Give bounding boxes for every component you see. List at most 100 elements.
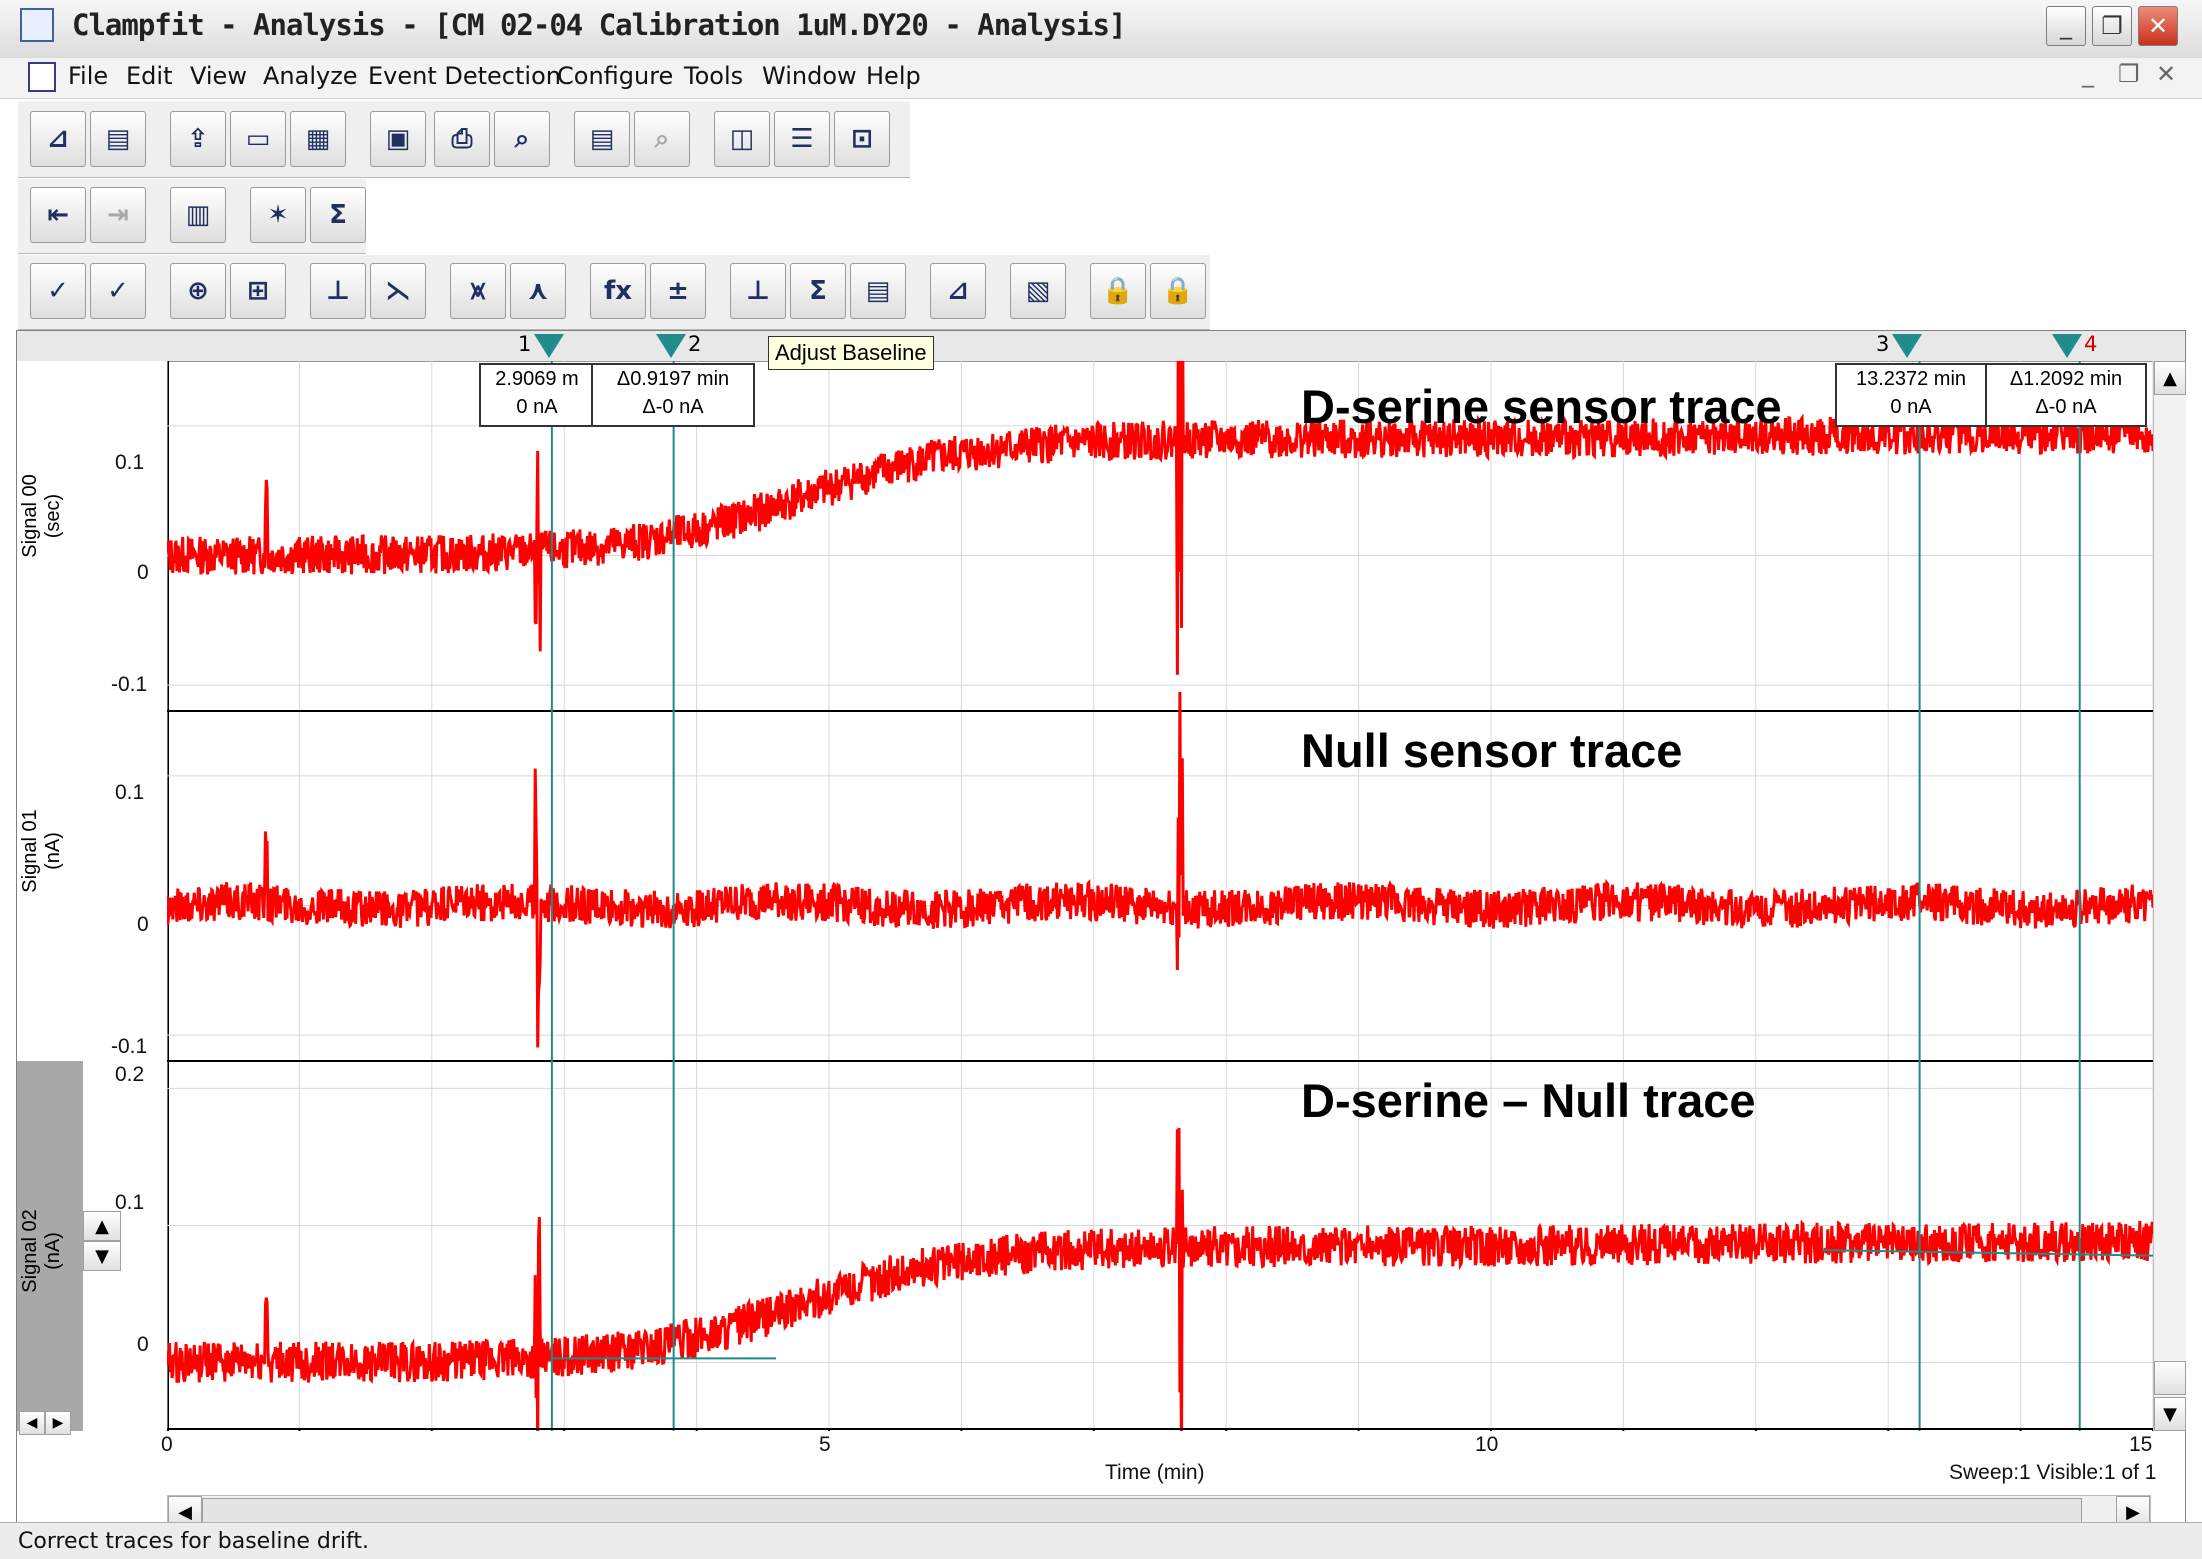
cursor4-delta-time: Δ1.2092 min — [2009, 368, 2123, 390]
full-scale-icon[interactable]: ⊞ — [230, 263, 286, 319]
sum-icon[interactable]: Σ — [790, 263, 846, 319]
vertical-scrollbar[interactable]: ▲ ▼ — [2153, 361, 2186, 1431]
menu-view[interactable]: View — [190, 62, 247, 90]
split-horizontal-icon[interactable]: ☰ — [774, 111, 830, 167]
cursor2-marker-icon[interactable] — [656, 334, 686, 358]
layout-icon[interactable]: ▧ — [1010, 263, 1066, 319]
results-icon[interactable]: ▤ — [850, 263, 906, 319]
cursor4-marker-icon[interactable] — [2052, 334, 2082, 358]
document-icon[interactable] — [28, 62, 56, 92]
statistics-icon[interactable]: Σ — [310, 187, 366, 243]
histogram-icon[interactable]: ⩙ — [450, 263, 506, 319]
pan-right-icon[interactable]: ▶ — [45, 1411, 71, 1435]
menu-bar: File Edit View Analyze Event Detection C… — [0, 58, 2202, 99]
clampfit-app-icon[interactable] — [20, 8, 54, 42]
cursor2-delta-time: Δ0.9197 min — [616, 368, 730, 390]
cursor3-readout[interactable]: 13.2372 min 0 nA — [1835, 363, 1987, 427]
open-other-icon[interactable]: ▤ — [90, 111, 146, 167]
accept-icon[interactable]: ✓ — [30, 263, 86, 319]
cursor4-readout[interactable]: Δ1.2092 min Δ-0 nA — [1985, 363, 2147, 427]
open-data-icon[interactable]: ⊿ — [30, 111, 86, 167]
paste-icon[interactable]: ⌕ — [634, 111, 690, 167]
panel0-unit: (sec) — [42, 493, 64, 539]
panel1-unit: (nA) — [42, 832, 64, 870]
print-preview-icon[interactable]: ⌕ — [494, 111, 550, 167]
open-folder-icon[interactable]: ⇪ — [170, 111, 226, 167]
scroll-up-icon[interactable]: ▲ — [2154, 361, 2186, 395]
sheet-icon[interactable]: ▥ — [170, 187, 226, 243]
trace-signal-1 — [167, 691, 2153, 1048]
panel2-ylabel: Signal 02 (nA) — [19, 1171, 79, 1411]
cursor2-label: 2 — [688, 332, 702, 356]
analysis-graph[interactable]: Signal 00 (sec) Signal 01 (nA) Signal 02… — [16, 330, 2186, 1542]
lock-cursors-1-2-icon[interactable]: 🔒 — [1090, 263, 1146, 319]
filter-icon[interactable]: ⊿ — [930, 263, 986, 319]
function-icon[interactable]: fx — [590, 263, 646, 319]
cursor1-label: 1 — [518, 332, 532, 356]
restore-button[interactable]: ❐ — [2092, 6, 2132, 46]
open-multiple-icon[interactable]: ▦ — [290, 111, 346, 167]
scale-down-icon[interactable]: ▼ — [83, 1241, 121, 1271]
export-icon[interactable]: ⇥ — [90, 187, 146, 243]
menu-tools[interactable]: Tools — [684, 62, 743, 90]
mdi-restore-button[interactable]: ❐ — [2118, 60, 2140, 88]
new-event-icon[interactable]: ✶ — [250, 187, 306, 243]
trace-signal-2 — [167, 1127, 2153, 1431]
lock-cursors-3-4-icon[interactable]: 🔒 — [1150, 263, 1206, 319]
split-vertical-icon[interactable]: ◫ — [714, 111, 770, 167]
cursor1-value: 0 nA — [516, 396, 558, 418]
x-tick: 15 — [2129, 1433, 2153, 1456]
adjust-baseline-icon[interactable]: ⊥ — [730, 263, 786, 319]
toolbar-edit: ⇤ ⇥ ▥ ✶ Σ — [18, 178, 366, 254]
region-icon[interactable]: ⊥ — [310, 263, 366, 319]
panel1-ylabel: Signal 01 (nA) — [19, 771, 79, 1011]
x-tick: 5 — [819, 1433, 831, 1456]
panel0-tick: -0.1 — [111, 673, 148, 696]
cursor3-time: 13.2372 min — [1855, 368, 1967, 390]
toolbar-analysis: ✓ ✓ ⊕ ⊞ ⊥ ⋋ ⩙ ⋏ fx ± ⊥ Σ ▤ ⊿ ▧ 🔒 🔒 — [18, 254, 1210, 330]
pan-left-icon[interactable]: ◀ — [19, 1411, 45, 1435]
menu-file[interactable]: File — [68, 62, 108, 90]
peak-icon[interactable]: ⋏ — [510, 263, 566, 319]
open-folder-alt-icon[interactable]: ▭ — [230, 111, 286, 167]
panel2-tick: 0 — [137, 1333, 149, 1356]
scroll-down-icon[interactable]: ▼ — [2154, 1397, 2186, 1431]
panel0-title: D-serine sensor trace — [1301, 380, 1782, 433]
panel1-signal: Signal 01 — [19, 809, 41, 893]
print-icon[interactable]: ⎙ — [434, 111, 490, 167]
mdi-close-button[interactable]: ✕ — [2156, 60, 2176, 88]
menu-help[interactable]: Help — [866, 62, 921, 90]
cursor2-readout[interactable]: Δ0.9197 min Δ-0 nA — [591, 363, 755, 427]
cursor1-marker-icon[interactable] — [534, 334, 564, 358]
mdi-minimize-button[interactable]: _ — [2082, 60, 2094, 88]
trace-icon[interactable]: ⋋ — [370, 263, 426, 319]
cursor1-readout[interactable]: 2.9069 m 0 nA — [479, 363, 595, 427]
window-options-icon[interactable]: ⊡ — [834, 111, 890, 167]
menu-analyze[interactable]: Analyze — [263, 62, 358, 90]
trace-plot[interactable] — [167, 361, 2153, 1431]
minimize-button[interactable]: _ — [2046, 6, 2086, 46]
import-icon[interactable]: ⇤ — [30, 187, 86, 243]
accept-plus-icon[interactable]: ✓ — [90, 263, 146, 319]
cursor1-time: 2.9069 m — [495, 368, 579, 390]
menu-configure[interactable]: Configure — [557, 62, 673, 90]
sweep-info: Sweep:1 Visible:1 of 1 — [1949, 1461, 2157, 1484]
copy-icon[interactable]: ▤ — [574, 111, 630, 167]
cursor4-delta-value: Δ-0 nA — [2035, 396, 2097, 418]
scroll-thumb[interactable] — [2154, 1361, 2186, 1395]
save-icon[interactable]: ▣ — [370, 111, 426, 167]
cursor3-label: 3 — [1876, 332, 1890, 356]
x-tick: 10 — [1475, 1433, 1499, 1456]
menu-event-detection[interactable]: Event Detection — [368, 62, 561, 90]
panel2-tick: 0.2 — [115, 1063, 145, 1086]
menu-window[interactable]: Window — [762, 62, 857, 90]
panel2-signal: Signal 02 — [19, 1209, 41, 1293]
arithmetic-icon[interactable]: ± — [650, 263, 706, 319]
zoom-in-icon[interactable]: ⊕ — [170, 263, 226, 319]
title-bar: Clampfit - Analysis - [CM 02-04 Calibrat… — [0, 0, 2202, 59]
panel2-tick: 0.1 — [115, 1191, 145, 1214]
cursor3-marker-icon[interactable] — [1892, 334, 1922, 358]
close-button[interactable]: ✕ — [2138, 6, 2178, 46]
menu-edit[interactable]: Edit — [126, 62, 172, 90]
scale-up-icon[interactable]: ▲ — [83, 1211, 121, 1241]
